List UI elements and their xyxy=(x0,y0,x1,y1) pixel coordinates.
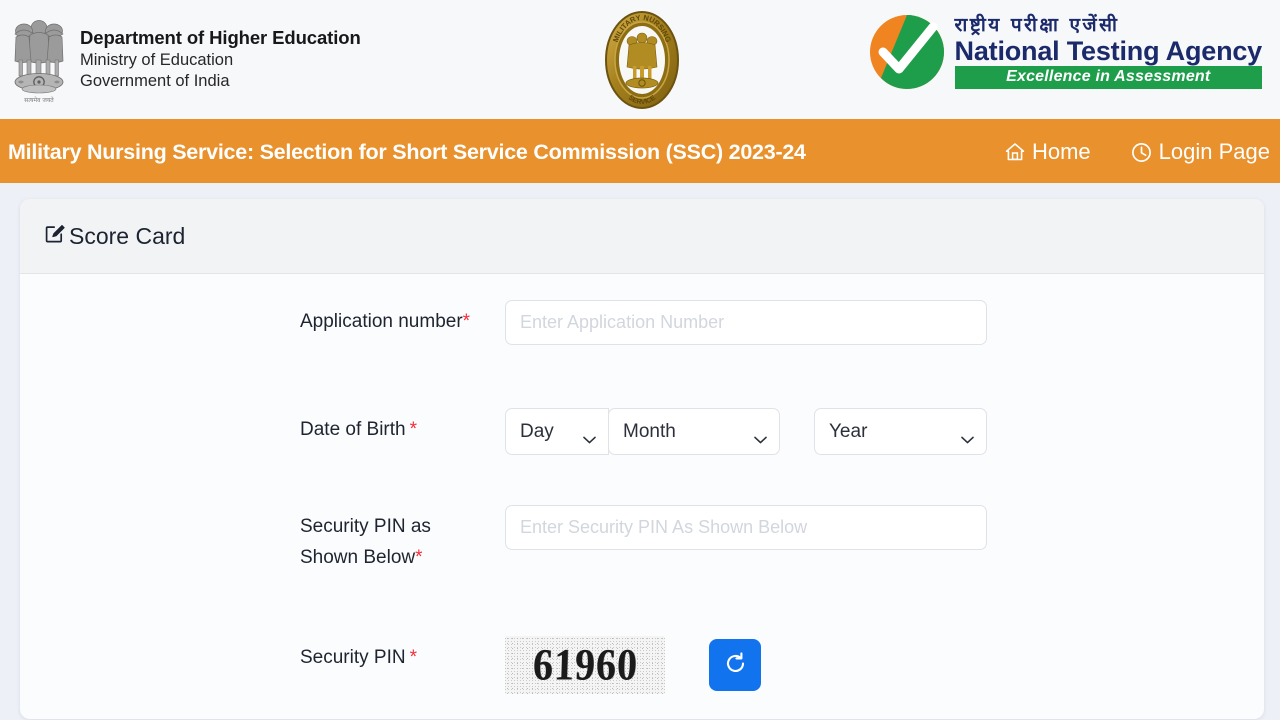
nta-tagline: Excellence in Assessment xyxy=(954,65,1262,90)
refresh-captcha-button[interactable] xyxy=(709,638,761,691)
government-india-label: Government of India xyxy=(80,72,230,91)
page-title-label: Score Card xyxy=(69,222,186,249)
required-asterisk: * xyxy=(409,646,417,668)
military-nursing-service-badge: MILITARY NURSING SERVICE xyxy=(602,8,682,113)
dept-higher-education-label: Department of Higher Education xyxy=(80,27,361,48)
chevron-down-icon xyxy=(961,428,974,443)
top-header: सत्यमेव जयते Department of Higher Educat… xyxy=(0,0,1280,121)
nta-branding: राष्ट्रीय परीक्षा एजेंसी National Testin… xyxy=(869,14,1262,90)
banner-title: Military Nursing Service: Selection for … xyxy=(8,139,806,164)
security-pin-entry-label: Security PIN as Shown Below* xyxy=(300,516,431,569)
captcha-image: 61960 xyxy=(505,635,665,694)
dob-day-select[interactable]: Day xyxy=(505,408,609,455)
edit-square-icon xyxy=(44,222,66,250)
card-header: Score Card xyxy=(20,199,1264,274)
home-icon xyxy=(1005,142,1025,162)
page-content-area: Score Card Application number* Date of B… xyxy=(0,183,1280,720)
form-row-security-pin-captcha: Security PIN * 61960 xyxy=(20,635,1264,694)
form-row-application-number: Application number* xyxy=(20,300,1264,345)
refresh-icon xyxy=(723,651,748,679)
page-title: Score Card xyxy=(44,222,185,250)
dob-month-select[interactable]: Month xyxy=(608,408,780,455)
chevron-down-icon xyxy=(583,428,596,443)
form-row-security-pin-entry: Security PIN as Shown Below* xyxy=(20,505,1264,574)
nav-link-home-label: Home xyxy=(1031,139,1091,164)
nav-link-login-page[interactable]: Login Page xyxy=(1131,139,1270,165)
dob-year-value: Year xyxy=(829,420,868,442)
dob-day-value: Day xyxy=(520,420,554,442)
nta-hindi-name: राष्ट्रीय परीक्षा एजेंसी xyxy=(954,13,1120,36)
banner-nav: Home Login Page xyxy=(1005,121,1270,183)
nta-english-name: National Testing Agency xyxy=(954,35,1263,66)
date-of-birth-label: Date of Birth * xyxy=(300,419,418,440)
clock-icon xyxy=(1131,142,1152,163)
page-banner: Military Nursing Service: Selection for … xyxy=(0,121,1280,183)
application-number-input[interactable] xyxy=(505,300,987,345)
dob-year-select[interactable]: Year xyxy=(814,408,987,455)
nav-link-home[interactable]: Home xyxy=(1005,139,1091,165)
nav-link-login-page-label: Login Page xyxy=(1158,139,1270,164)
captcha-code: 61960 xyxy=(531,639,639,690)
nta-checkmark-circle-logo xyxy=(869,14,945,90)
card-body: Application number* Date of Birth* Day xyxy=(20,274,1264,694)
ministry-education-label: Ministry of Education xyxy=(80,50,234,69)
government-branding: सत्यमेव जयते Department of Higher Educat… xyxy=(10,14,361,106)
chevron-down-icon xyxy=(754,428,767,443)
required-asterisk: * xyxy=(415,547,423,569)
date-of-birth-group: Day Month Year xyxy=(505,408,1264,455)
captcha-group: 61960 xyxy=(505,635,1264,694)
security-pin-captcha-label: Security PIN * xyxy=(300,646,417,668)
svg-text:सत्यमेव जयते: सत्यमेव जयते xyxy=(24,96,54,104)
security-pin-input[interactable] xyxy=(505,505,987,550)
required-asterisk: * xyxy=(462,311,471,332)
required-asterisk: * xyxy=(409,419,418,440)
dob-month-value: Month xyxy=(623,420,676,442)
ashoka-lion-capital-emblem: सत्यमेव जयते xyxy=(10,14,68,106)
application-number-label: Application number* xyxy=(300,311,471,332)
score-card-panel: Score Card Application number* Date of B… xyxy=(20,199,1264,719)
form-row-date-of-birth: Date of Birth * Day Month Year xyxy=(20,408,1264,455)
